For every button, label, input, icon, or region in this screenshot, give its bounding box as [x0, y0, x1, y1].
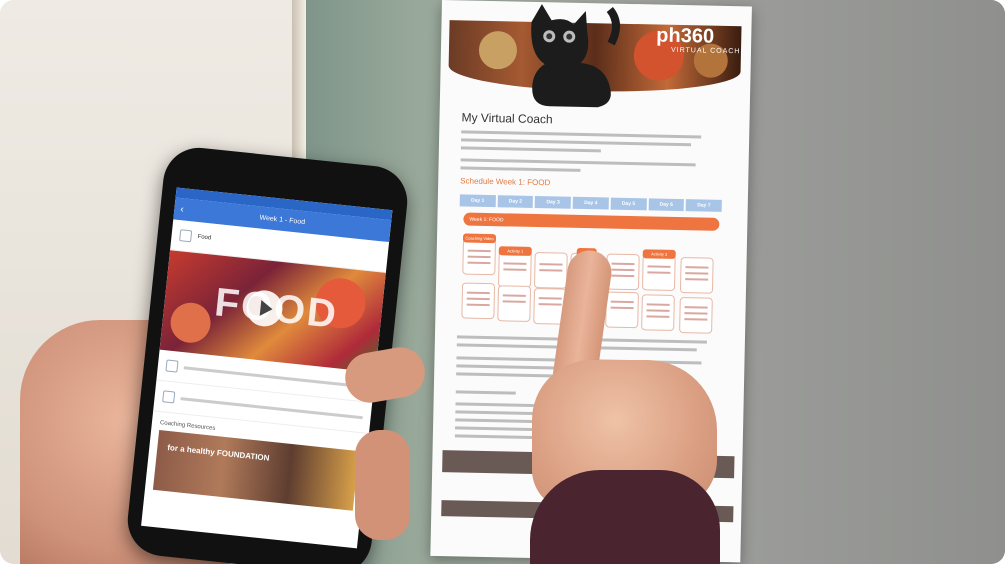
brand-logo: ph360 [656, 24, 715, 48]
brand-logo-subtitle: VIRTUAL COACH [670, 46, 741, 56]
week-bar: Week 1: FOOD [463, 212, 720, 231]
schedule-card: Coaching Video [462, 233, 497, 276]
paragraph-line [461, 138, 692, 147]
day-header: Day 1 [459, 194, 496, 208]
sheet-title: My Virtual Coach [461, 110, 553, 127]
schedule-card: Activity 3 [641, 249, 676, 291]
cat-magnet-icon [531, 4, 621, 108]
day-header: Day 2 [497, 195, 534, 208]
day-header: Day 3 [535, 195, 572, 209]
circle-icon [162, 390, 176, 404]
schedule-card [605, 291, 639, 329]
schedule-card [497, 285, 532, 322]
day-header: Day 5 [610, 197, 647, 211]
photo-scene: ph360 VIRTUAL COACH My Virtual Coach Sch… [0, 0, 1005, 564]
schedule-card [679, 297, 713, 334]
day-header: Day 7 [685, 199, 722, 212]
schedule-card [641, 294, 675, 331]
schedule-card: Activity 1 [497, 246, 532, 288]
paragraph-line [455, 390, 516, 395]
schedule-card [533, 251, 568, 289]
document-icon [179, 229, 193, 243]
paragraph-line [460, 158, 696, 167]
day-header: Day 6 [648, 198, 685, 212]
day-header-row: Day 1 Day 2 Day 3 Day 4 Day 5 Day 6 Day … [459, 194, 722, 212]
schedule-card [679, 257, 714, 294]
text-line [183, 365, 367, 388]
left-fingers [355, 430, 410, 540]
schedule-heading: Schedule Week 1: FOOD [460, 176, 551, 188]
paragraph-line [460, 166, 581, 172]
paragraph-line [460, 146, 601, 153]
text-line [180, 396, 363, 419]
paragraph-line [461, 130, 702, 139]
chevron-left-icon[interactable]: ‹ [180, 204, 184, 215]
sweater-sleeve [530, 470, 720, 564]
day-header: Day 4 [572, 196, 609, 210]
item-title: Food [197, 234, 212, 242]
schedule-card [461, 282, 496, 320]
screen-title: Week 1 - Food [259, 213, 306, 226]
promo-text: for a healthy FOUNDATION [166, 443, 270, 463]
circle-icon [165, 359, 179, 373]
